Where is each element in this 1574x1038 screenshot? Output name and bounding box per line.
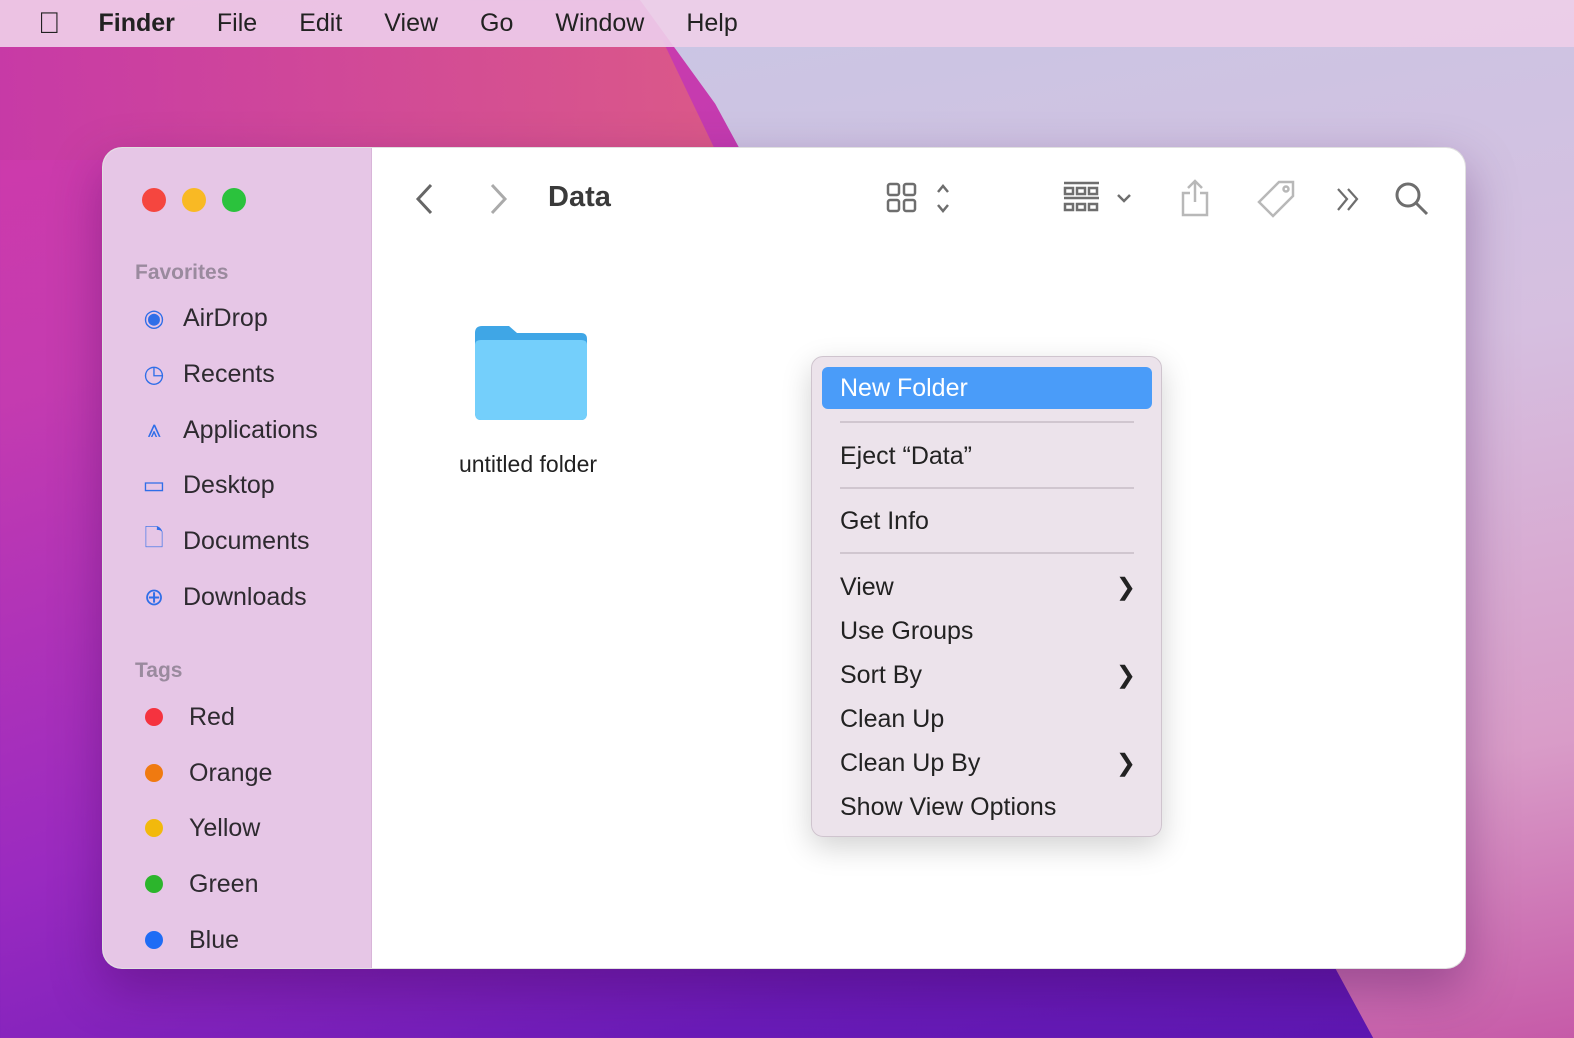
desktop-icon: ▭ [142,471,166,499]
menu-item-label: New Folder [840,373,968,402]
menu-bar:  Finder File Edit View Go Window Help [0,0,1574,47]
chevron-right-icon: ❯ [1115,749,1136,777]
sidebar-item-label: Desktop [183,470,275,499]
menu-edit[interactable]: Edit [299,9,342,38]
menu-separator [840,552,1134,554]
menu-item-new-folder[interactable]: New Folder [822,367,1152,409]
menu-go[interactable]: Go [480,9,513,38]
sidebar-item-label: Downloads [183,582,307,611]
airdrop-icon: ◉ [143,304,165,332]
menu-item-label: View [840,572,894,601]
tag-label: Red [189,702,235,731]
tag-dot-icon [145,875,163,893]
menu-item-eject[interactable]: Eject “Data” [822,435,1152,477]
forward-button[interactable] [487,182,511,216]
close-button[interactable] [142,188,166,212]
sidebar-tag-orange[interactable]: Orange [137,753,357,793]
applications-icon: ⩓ [147,416,161,443]
menu-help[interactable]: Help [686,9,737,38]
menu-item-sort-by[interactable]: Sort By ❯ [822,654,1152,696]
icon-view-button[interactable] [886,181,956,217]
menu-item-view[interactable]: View ❯ [822,566,1152,608]
zoom-button[interactable] [222,188,246,212]
sidebar-tag-yellow[interactable]: Yellow [137,808,357,848]
more-toolbar-items-icon[interactable] [1335,186,1365,214]
download-icon: ⊕ [143,583,165,611]
sidebar-item-applications[interactable]: ⩓ Applications [137,410,357,450]
menu-file[interactable]: File [217,9,257,38]
menu-item-label: Clean Up By [840,748,981,777]
menu-item-get-info[interactable]: Get Info [822,500,1152,542]
document-icon: 🗋 [144,524,164,552]
tag-icon[interactable] [1255,178,1299,222]
menu-item-label: Eject “Data” [840,441,972,470]
back-button[interactable] [413,182,437,216]
tag-label: Yellow [189,813,261,842]
share-icon[interactable] [1179,178,1213,218]
sidebar-item-airdrop[interactable]: ◉ AirDrop [137,298,357,338]
tag-label: Orange [189,758,273,787]
tags-heading: Tags [135,659,183,682]
tag-dot-icon [145,764,163,782]
sidebar-item-label: Recents [183,359,275,388]
favorites-heading: Favorites [135,261,229,284]
window-title: Data [548,181,611,213]
tag-dot-icon [145,931,163,949]
context-menu: New Folder Eject “Data” Get Info View ❯ U… [811,356,1162,837]
folder-icon[interactable] [471,323,589,423]
clock-icon: ◷ [143,360,165,388]
menu-item-label: Sort By [840,660,922,689]
sidebar-item-label: Documents [183,526,310,555]
menu-finder[interactable]: Finder [99,9,175,38]
chevron-right-icon: ❯ [1115,661,1136,689]
menu-item-label: Clean Up [840,704,945,733]
sidebar-item-downloads[interactable]: ⊕ Downloads [137,577,357,617]
menu-separator [840,487,1134,489]
sidebar: Favorites ◉ AirDrop ◷ Recents ⩓ Application… [103,148,372,968]
menu-separator [840,421,1134,423]
tag-label: Green [189,869,259,898]
menu-item-clean-up-by[interactable]: Clean Up By ❯ [822,742,1152,784]
menu-item-clean-up[interactable]: Clean Up [822,698,1152,740]
finder-window: Favorites ◉ AirDrop ◷ Recents ⩓ Application… [102,147,1466,969]
menu-item-label: Show View Options [840,792,1057,821]
chevron-right-icon: ❯ [1115,573,1136,601]
sidebar-item-label: AirDrop [183,303,268,332]
menu-window[interactable]: Window [555,9,644,38]
tag-label: Blue [189,925,240,954]
menu-item-use-groups[interactable]: Use Groups [822,610,1152,652]
tag-dot-icon [145,708,163,726]
sidebar-item-desktop[interactable]: ▭ Desktop [137,465,357,505]
apple-menu-icon[interactable]:  [38,7,61,41]
sidebar-tag-red[interactable]: Red [137,697,357,737]
sidebar-item-recents[interactable]: ◷ Recents [137,354,357,394]
group-by-button[interactable] [1063,180,1138,218]
menu-item-label: Use Groups [840,616,974,645]
sidebar-tag-blue[interactable]: Blue [137,920,357,960]
search-icon[interactable] [1394,181,1430,217]
folder-label[interactable]: untitled folder [433,451,623,478]
sidebar-item-documents[interactable]: 🗋 Documents [137,521,357,561]
sidebar-tag-green[interactable]: Green [137,864,357,904]
menu-item-label: Get Info [840,506,929,535]
menu-view[interactable]: View [384,9,438,38]
menu-item-show-view-options[interactable]: Show View Options [822,786,1152,828]
minimize-button[interactable] [182,188,206,212]
tag-dot-icon [145,819,163,837]
sidebar-item-label: Applications [183,415,318,444]
